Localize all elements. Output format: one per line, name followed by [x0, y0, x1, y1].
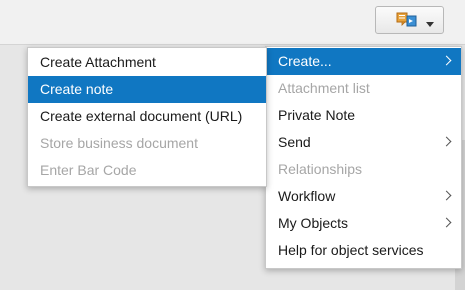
- menu-item-private-note[interactable]: Private Note: [266, 102, 461, 129]
- chevron-right-icon: [441, 217, 452, 228]
- services-for-object-icon: [396, 12, 417, 27]
- menu-item-store-business-document: Store business document: [28, 130, 266, 157]
- chevron-right-icon: [441, 55, 452, 66]
- menu-item-label: Create Attachment: [40, 54, 156, 70]
- chevron-right-icon: [441, 190, 452, 201]
- menu-item-workflow[interactable]: Workflow: [266, 183, 461, 210]
- chevron-right-icon: [441, 136, 452, 147]
- services-for-object-button[interactable]: [375, 6, 444, 34]
- object-services-menu: Create... Attachment list Private Note S…: [265, 46, 462, 269]
- menu-item-label: Enter Bar Code: [40, 162, 137, 178]
- menu-item-label: Attachment list: [278, 80, 370, 96]
- toolbar: [0, 0, 465, 45]
- menu-item-relationships: Relationships: [266, 156, 461, 183]
- menu-item-label: Private Note: [278, 107, 356, 123]
- menu-item-label: My Objects: [278, 215, 349, 231]
- menu-item-enter-bar-code: Enter Bar Code: [28, 157, 266, 184]
- menu-item-create-note[interactable]: Create note: [28, 76, 266, 103]
- menu-item-label: Create...: [278, 53, 332, 69]
- menu-item-label: Create note: [40, 81, 114, 97]
- menu-item-create[interactable]: Create...: [266, 48, 461, 75]
- create-submenu: Create Attachment Create note Create ext…: [27, 47, 267, 187]
- menu-item-label: Send: [278, 134, 311, 150]
- dropdown-arrow-icon: [426, 22, 434, 27]
- menu-item-label: Relationships: [278, 161, 363, 177]
- menu-item-help-object-services[interactable]: Help for object services: [266, 237, 461, 264]
- menu-item-my-objects[interactable]: My Objects: [266, 210, 461, 237]
- menu-item-label: Create external document (URL): [40, 108, 243, 124]
- menu-item-attachment-list: Attachment list: [266, 75, 461, 102]
- menu-item-label: Store business document: [40, 135, 198, 151]
- menu-item-label: Help for object services: [278, 242, 424, 258]
- menu-item-label: Workflow: [278, 188, 336, 204]
- menu-item-create-external-document[interactable]: Create external document (URL): [28, 103, 266, 130]
- menu-item-send[interactable]: Send: [266, 129, 461, 156]
- menu-item-create-attachment[interactable]: Create Attachment: [28, 49, 266, 76]
